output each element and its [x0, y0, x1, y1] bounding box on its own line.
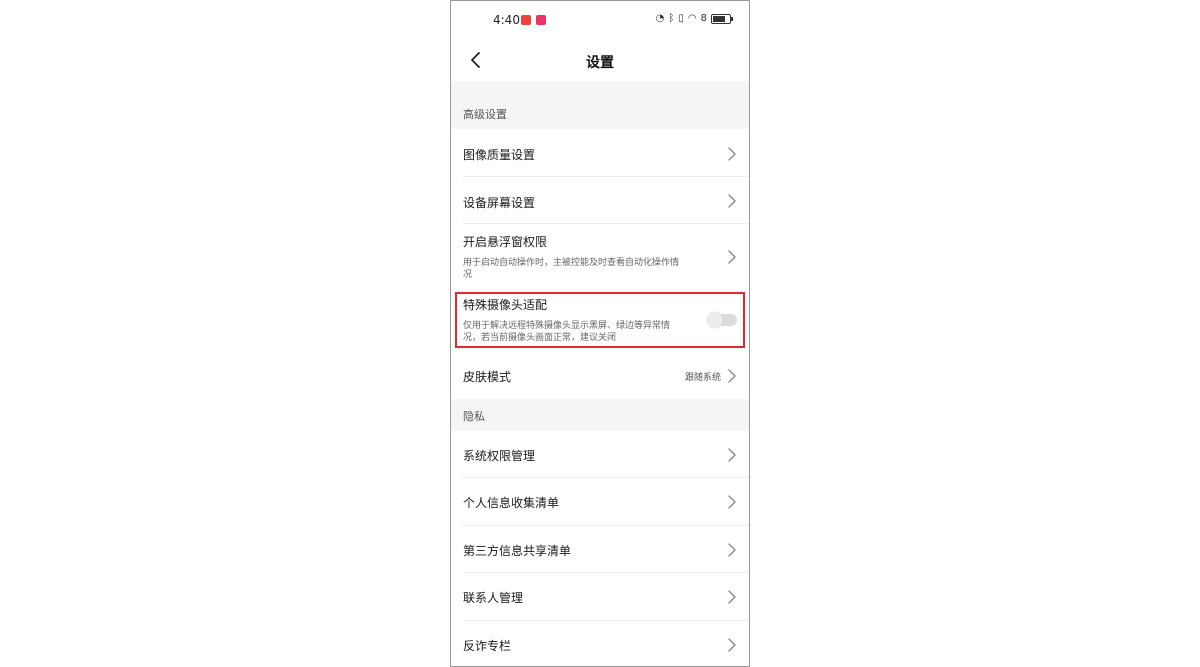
device-screen-settings[interactable]: 设备屏幕设置 — [451, 177, 749, 224]
chevron-right-icon — [727, 368, 737, 383]
speed-icon: ◔ — [655, 13, 665, 24]
phone-frame: 4:40 ◔ ᛒ ▯ ◠ 8 设置 高级设置 图像质量设置 设备屏幕设置 开启悬… — [450, 0, 750, 667]
section-spacer — [451, 81, 749, 97]
chevron-right-icon — [727, 589, 737, 604]
chevron-right-icon — [727, 146, 737, 161]
skin-mode[interactable]: 皮肤模式 跟随系统 — [451, 351, 749, 399]
row-label: 图像质量设置 — [463, 148, 536, 162]
bluetooth-icon: ᛒ — [668, 13, 675, 24]
status-bar: 4:40 ◔ ᛒ ▯ ◠ 8 — [451, 1, 749, 41]
third-party-sharing-list[interactable]: 第三方信息共享清单 — [451, 526, 749, 573]
toggle-knob — [707, 312, 723, 328]
contacts-management[interactable]: 联系人管理 — [451, 573, 749, 621]
skin-mode-value: 跟随系统 — [684, 373, 721, 383]
section-header: 隐私 — [451, 399, 749, 431]
chevron-right-icon — [727, 637, 737, 652]
image-quality-settings[interactable]: 图像质量设置 — [451, 129, 749, 177]
camera-adaptation-toggle[interactable] — [707, 312, 737, 328]
anti-fraud-column[interactable]: 反诈专栏 — [451, 621, 749, 666]
chevron-right-icon — [727, 193, 737, 208]
special-camera-adaptation: 特殊摄像头适配 仅用于解决远程特殊摄像头显示黑屏、绿边等异常情况，若当前摄像头画… — [451, 292, 749, 348]
battery-saver-icon: 8 — [700, 13, 707, 24]
wifi-icon: ◠ — [687, 13, 697, 24]
section-title: 隐私 — [463, 410, 485, 423]
battery-icon — [711, 13, 733, 24]
row-label: 开启悬浮窗权限 — [463, 235, 548, 249]
chevron-right-icon — [727, 542, 737, 557]
row-label: 系统权限管理 — [463, 449, 536, 463]
row-label: 设备屏幕设置 — [463, 196, 536, 210]
page-title: 设置 — [586, 55, 614, 71]
system-permission-management[interactable]: 系统权限管理 — [451, 431, 749, 478]
row-label: 第三方信息共享清单 — [463, 544, 572, 558]
row-label: 反诈专栏 — [463, 639, 512, 653]
nav-bar: 设置 — [451, 41, 749, 81]
row-description: 仅用于解决远程特殊摄像头显示黑屏、绿边等异常情况，若当前摄像头画面正常，建议关闭 — [463, 321, 671, 343]
status-icons: ◔ ᛒ ▯ ◠ 8 — [655, 13, 733, 24]
notification-app-icon — [521, 15, 531, 25]
section-title: 高级设置 — [463, 108, 507, 121]
vibrate-icon: ▯ — [678, 13, 684, 24]
floating-window-permission[interactable]: 开启悬浮窗权限 用于启动自动操作时，主被控能及时查看自动化操作情况 — [451, 224, 749, 290]
personal-info-collection-list[interactable]: 个人信息收集清单 — [451, 478, 749, 526]
row-description: 用于启动自动操作时，主被控能及时查看自动化操作情况 — [463, 258, 680, 280]
section-header: 高级设置 — [451, 97, 749, 129]
notification-app-icon — [536, 15, 546, 25]
chevron-right-icon — [727, 494, 737, 509]
row-label: 特殊摄像头适配 — [463, 298, 548, 312]
status-time: 4:40 — [493, 13, 520, 27]
chevron-right-icon — [727, 249, 737, 264]
row-label: 联系人管理 — [463, 591, 524, 605]
row-label: 个人信息收集清单 — [463, 496, 560, 510]
row-label: 皮肤模式 — [463, 370, 512, 384]
chevron-right-icon — [727, 447, 737, 462]
